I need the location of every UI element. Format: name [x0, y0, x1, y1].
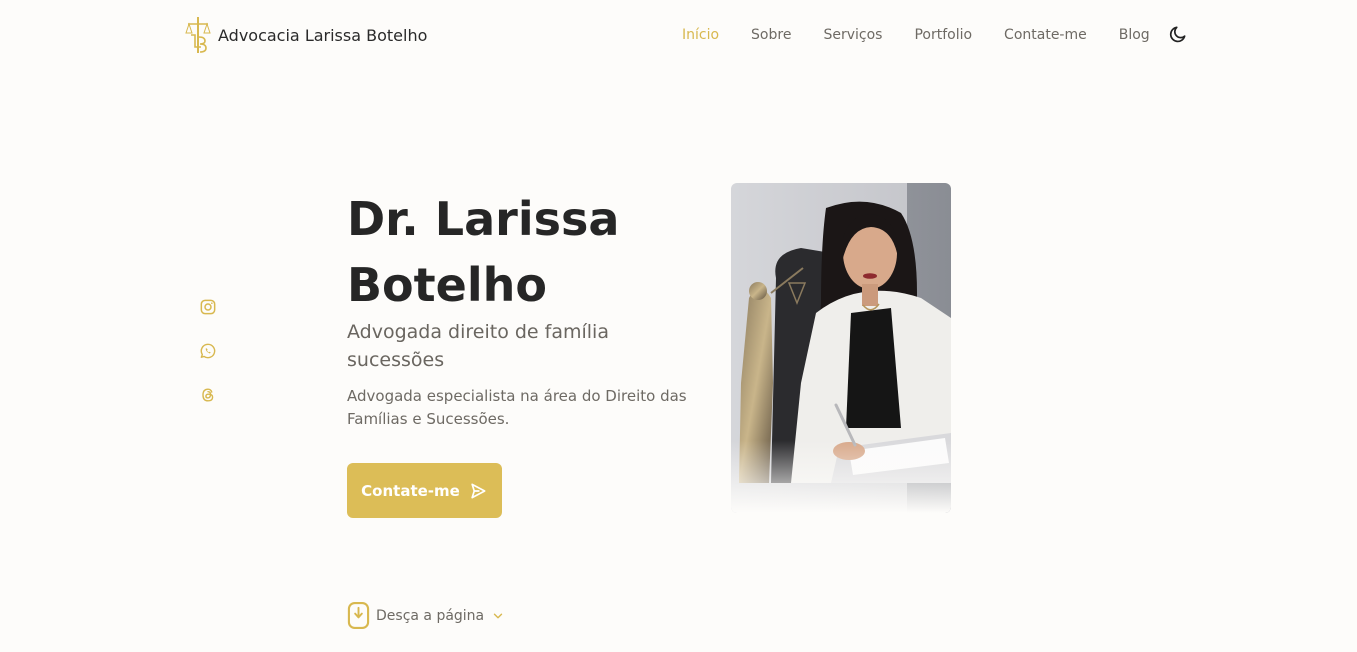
- site-header: Advocacia Larissa Botelho Início Sobre S…: [0, 0, 1357, 70]
- scroll-label: Desça a página: [376, 607, 485, 624]
- lawyer-portrait-image: [731, 183, 951, 513]
- mouse-icon: [347, 601, 370, 630]
- brand-name: Advocacia Larissa Botelho: [218, 25, 428, 45]
- hero-description: Advogada especialista na área do Direito…: [347, 387, 687, 428]
- brand-link[interactable]: Advocacia Larissa Botelho: [185, 15, 427, 55]
- nav-link-inicio[interactable]: Início: [682, 25, 719, 45]
- instagram-icon: [200, 299, 216, 315]
- threads-icon: [202, 388, 214, 402]
- whatsapp-icon: [200, 343, 216, 359]
- scales-monogram-logo: [185, 17, 211, 53]
- hero-title: Dr. Larissa Botelho: [347, 192, 620, 312]
- main-nav: Início Sobre Serviços Portfolio Contate-…: [682, 25, 1188, 45]
- contact-cta-button[interactable]: Contate-me: [347, 463, 502, 518]
- nav-link-sobre[interactable]: Sobre: [751, 25, 791, 45]
- nav-link-contate-me[interactable]: Contate-me: [1004, 25, 1087, 45]
- nav-link-blog[interactable]: Blog: [1119, 25, 1150, 45]
- hero-subtitle: Advogada direito de família sucessões: [347, 321, 609, 371]
- send-icon: [471, 483, 486, 498]
- cta-label: Contate-me: [361, 481, 460, 500]
- threads-link[interactable]: [198, 385, 218, 405]
- nav-link-portfolio[interactable]: Portfolio: [914, 25, 972, 45]
- instagram-link[interactable]: [198, 297, 218, 317]
- social-links: [198, 297, 218, 429]
- chevron-down-icon: [493, 613, 503, 618]
- profile-photo: [731, 183, 951, 513]
- nav-link-servicos[interactable]: Serviços: [823, 25, 882, 45]
- scroll-down-link[interactable]: Desça a página: [347, 601, 505, 630]
- moon-icon[interactable]: [1168, 24, 1188, 44]
- whatsapp-link[interactable]: [198, 341, 218, 361]
